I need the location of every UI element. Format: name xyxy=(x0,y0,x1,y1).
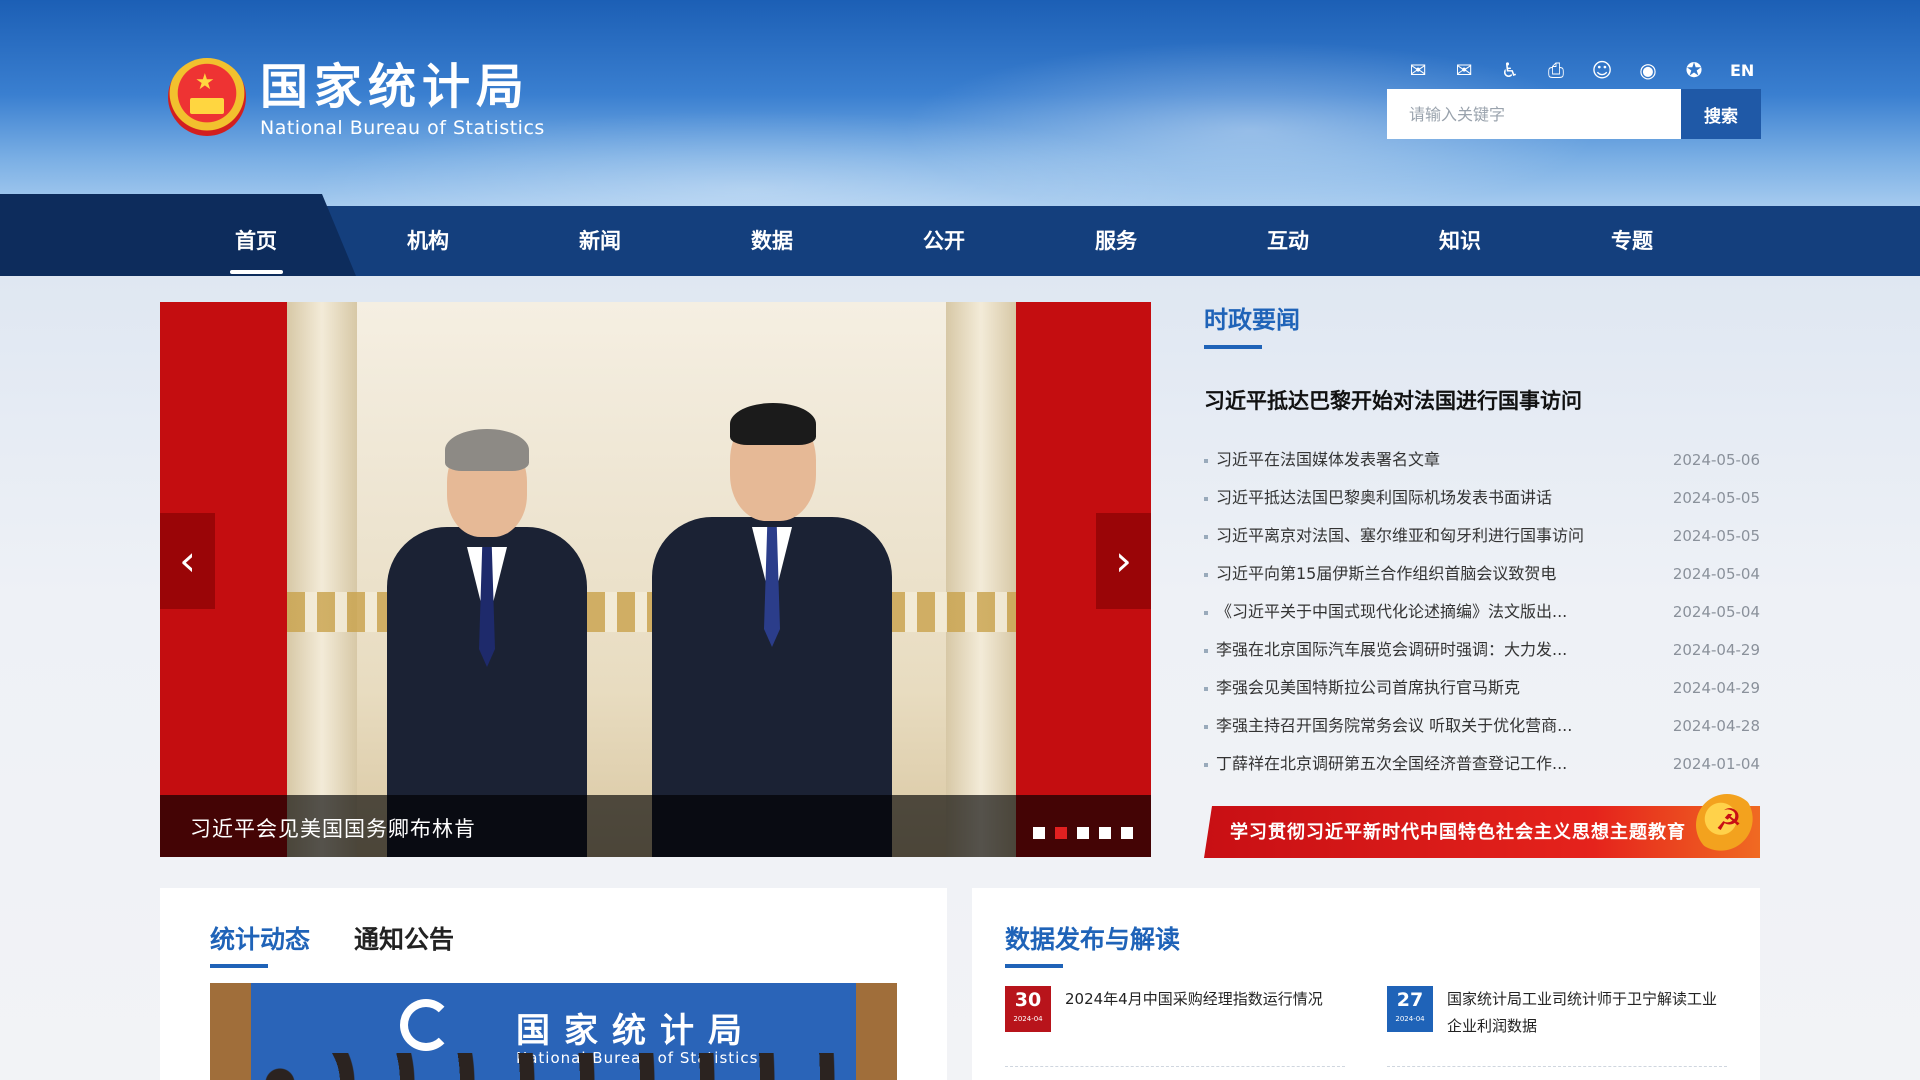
theme-education-banner[interactable]: 学习贯彻习近平新时代中国特色社会主义思想主题教育 ☭ xyxy=(1204,794,1760,858)
carousel-caption[interactable]: 习近平会见美国国务卿布林肯 xyxy=(190,813,476,843)
section-title-political-news[interactable]: 时政要闻 xyxy=(1204,300,1760,349)
carousel-dot[interactable] xyxy=(1033,827,1045,839)
release-date-badge: 27 2024-04 xyxy=(1387,986,1433,1032)
list-item[interactable]: 习近平在法国媒体发表署名文章 2024-05-06 xyxy=(1204,441,1760,479)
tab-statistics-dynamics[interactable]: 统计动态 xyxy=(210,920,310,968)
nav-item-institutions[interactable]: 机构 xyxy=(342,206,514,276)
carousel-prev-button[interactable]: ‹ xyxy=(160,513,215,609)
search-button[interactable]: 搜索 xyxy=(1681,89,1761,139)
list-item[interactable]: 李强主持召开国务院常务会议 听取关于优化营商... 2024-04-28 xyxy=(1204,707,1760,745)
nav-item-data[interactable]: 数据 xyxy=(686,206,858,276)
site-header: ★ 国家统计局 National Bureau of Statistics ✉ … xyxy=(0,0,1920,210)
banner-text: 学习贯彻习近平新时代中国特色社会主义思想主题教育 xyxy=(1230,822,1686,843)
list-item[interactable]: 李强会见美国特斯拉公司首席执行官马斯克 2024-04-29 xyxy=(1204,669,1760,707)
nav-item-news[interactable]: 新闻 xyxy=(514,206,686,276)
news-carousel[interactable]: ‹ › 习近平会见美国国务卿布林肯 xyxy=(160,302,1151,857)
photo-sign-cn: 国家统计局 xyxy=(516,1011,756,1051)
release-item[interactable]: 30 2024-04 2024年4月中国采购经理指数运行情况 xyxy=(1005,986,1345,1032)
main-nav: 首页 机构 新闻 数据 公开 服务 互动 知识 专题 xyxy=(0,194,1920,276)
nav-item-interaction[interactable]: 互动 xyxy=(1202,206,1374,276)
release-item[interactable]: 27 2024-04 国家统计局工业司统计师于卫宁解读工业企业利润数据 xyxy=(1387,986,1727,1040)
release-date-badge: 30 2024-04 xyxy=(1005,986,1051,1032)
nav-item-open[interactable]: 公开 xyxy=(858,206,1030,276)
hammer-sickle-icon: ☭ xyxy=(1715,803,1742,838)
release-title[interactable]: 2024年4月中国采购经理指数运行情况 xyxy=(1065,986,1323,1032)
national-emblem-icon: ★ xyxy=(168,58,246,140)
list-item[interactable]: 习近平抵达法国巴黎奥利国际机场发表书面讲话 2024-05-05 xyxy=(1204,479,1760,517)
carousel-next-button[interactable]: › xyxy=(1096,513,1151,609)
mail-icon[interactable]: ✉ xyxy=(1404,58,1432,82)
dynamics-photo[interactable]: 国家统计局 National Bureau of Statistics xyxy=(210,983,897,1080)
subscribe-icon[interactable]: ✉ xyxy=(1450,58,1478,82)
release-title[interactable]: 国家统计局工业司统计师于卫宁解读工业企业利润数据 xyxy=(1447,986,1727,1040)
carousel-dot[interactable] xyxy=(1099,827,1111,839)
carousel-dot[interactable] xyxy=(1077,827,1089,839)
tab-notices[interactable]: 通知公告 xyxy=(354,920,454,968)
carousel-dot[interactable] xyxy=(1121,827,1133,839)
nav-item-knowledge[interactable]: 知识 xyxy=(1374,206,1546,276)
search-input[interactable] xyxy=(1387,89,1681,139)
header-tools: ✉ ✉ ♿ ⎙ ☺ ◉ ✪ EN xyxy=(1404,58,1755,82)
news-headline[interactable]: 习近平抵达巴黎开始对法国进行国事访问 xyxy=(1204,385,1760,415)
political-news-panel: 时政要闻 习近平抵达巴黎开始对法国进行国事访问 习近平在法国媒体发表署名文章 20… xyxy=(1204,300,1760,783)
search-bar: 搜索 xyxy=(1387,89,1761,139)
nbs-logo-icon xyxy=(400,999,452,1051)
nav-item-topics[interactable]: 专题 xyxy=(1546,206,1718,276)
logo-title-en: National Bureau of Statistics xyxy=(260,117,545,139)
nav-item-home[interactable]: 首页 xyxy=(170,206,342,276)
weibo-icon[interactable]: ◉ xyxy=(1634,58,1662,82)
list-item[interactable]: 丁薛祥在北京调研第五次全国经济普查登记工作... 2024-01-04 xyxy=(1204,745,1760,783)
list-item[interactable]: 《习近平关于中国式现代化论述摘编》法文版出... 2024-05-04 xyxy=(1204,593,1760,631)
data-release-card: 数据发布与解读 30 2024-04 2024年4月中国采购经理指数运行情况 2… xyxy=(972,888,1760,1080)
site-logo[interactable]: ★ 国家统计局 National Bureau of Statistics xyxy=(168,58,545,140)
language-en-link[interactable]: EN xyxy=(1730,61,1754,80)
carousel-photo[interactable] xyxy=(287,302,1016,857)
logo-title-cn: 国家统计局 xyxy=(260,59,531,115)
robot-icon[interactable]: ☺ xyxy=(1588,58,1616,82)
carousel-dots xyxy=(1033,827,1133,839)
carousel-dot-active[interactable] xyxy=(1055,827,1067,839)
accessibility-icon[interactable]: ♿ xyxy=(1496,58,1524,82)
list-item[interactable]: 习近平向第15届伊斯兰合作组织首脑会议致贺电 2024-05-04 xyxy=(1204,555,1760,593)
wechat-icon[interactable]: ✪ xyxy=(1680,58,1708,82)
list-item[interactable]: 习近平离京对法国、塞尔维亚和匈牙利进行国事访问 2024-05-05 xyxy=(1204,517,1760,555)
section-title-data-release[interactable]: 数据发布与解读 xyxy=(1005,920,1180,968)
nav-item-services[interactable]: 服务 xyxy=(1030,206,1202,276)
print-icon[interactable]: ⎙ xyxy=(1542,58,1570,82)
list-item[interactable]: 李强在北京国际汽车展览会调研时强调：大力发... 2024-04-29 xyxy=(1204,631,1760,669)
statistics-dynamics-card: 统计动态 通知公告 国家统计局 National Bureau of Stati… xyxy=(160,888,947,1080)
news-list: 习近平在法国媒体发表署名文章 2024-05-06 习近平抵达法国巴黎奥利国际机场… xyxy=(1204,441,1760,783)
